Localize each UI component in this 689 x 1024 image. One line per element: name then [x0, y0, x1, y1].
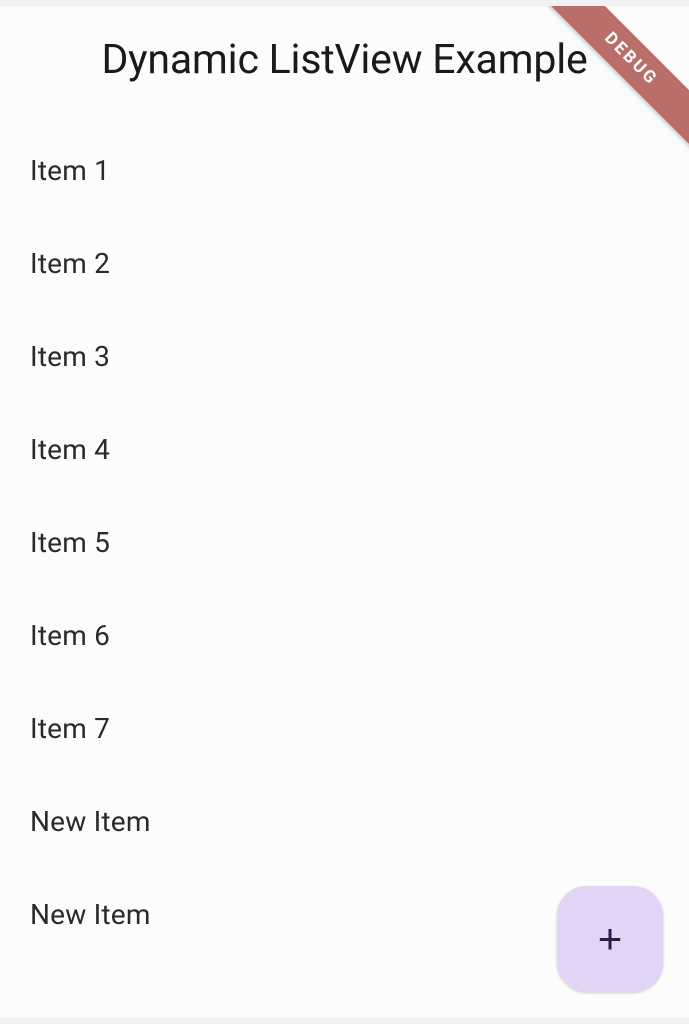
list-item[interactable]: Item 2	[30, 217, 659, 310]
list-item[interactable]: Item 1	[30, 124, 659, 217]
list-item[interactable]: Item 6	[30, 589, 659, 682]
list-item[interactable]: Item 5	[30, 496, 659, 589]
app-bar: Dynamic ListView Example	[0, 6, 689, 104]
list-item[interactable]: Item 3	[30, 310, 659, 403]
page-title: Dynamic ListView Example	[101, 36, 587, 84]
app-scaffold: Dynamic ListView Example Item 1 Item 2 I…	[0, 6, 689, 1018]
list-item[interactable]: New Item	[30, 775, 659, 868]
add-item-button[interactable]: +	[557, 886, 663, 992]
list-item[interactable]: Item 7	[30, 682, 659, 775]
list-item[interactable]: Item 4	[30, 403, 659, 496]
plus-icon: +	[598, 918, 623, 960]
list-view[interactable]: Item 1 Item 2 Item 3 Item 4 Item 5 Item …	[0, 104, 689, 981]
